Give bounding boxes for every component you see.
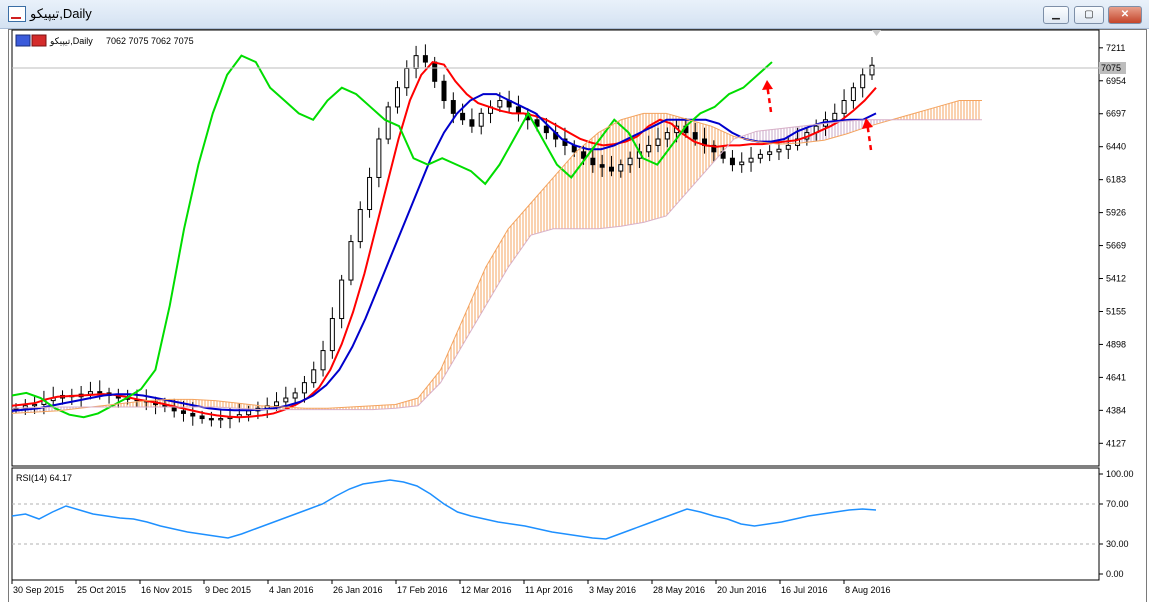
chart-symbol-label: تیپیکو,Daily [49, 36, 93, 47]
price-tick-label: 5669 [1106, 241, 1126, 251]
price-tick-label: 6440 [1106, 142, 1126, 152]
price-tick-label: 4127 [1106, 438, 1126, 448]
candle [348, 234, 354, 286]
time-tick-label: 26 Jan 2016 [333, 585, 383, 595]
time-tick-label: 16 Jul 2016 [781, 585, 828, 595]
time-tick-label: 17 Feb 2016 [397, 585, 448, 595]
rsi-tick-label: 30.00 [1106, 539, 1129, 549]
rsi-tick-label: 0.00 [1106, 569, 1124, 579]
price-tick-label: 5412 [1106, 274, 1126, 284]
price-tick-label: 4384 [1106, 405, 1126, 415]
price-tick-label: 6954 [1106, 76, 1126, 86]
price-tick-label: 7211 [1106, 43, 1125, 53]
time-tick-label: 3 May 2016 [589, 585, 636, 595]
main-plot: 7211 6954 6697 6440 6183 5926 5669 5412 5155 4898… [11, 29, 1126, 467]
chart-canvas[interactable]: 7211 6954 6697 6440 6183 5926 5669 5412 5155 4898… [0, 0, 1149, 602]
price-tick-label: 6183 [1106, 175, 1126, 185]
time-tick-label: 28 May 2016 [653, 585, 705, 595]
chart-ohlc-label: 7062 7075 7062 7075 [106, 36, 194, 46]
price-tick-label: 6697 [1106, 109, 1126, 119]
rsi-plot: RSI(14) 64.17 100.00 70.00 30.00 0.00 [11, 467, 1134, 581]
time-tick-label: 8 Aug 2016 [845, 585, 891, 595]
time-tick-label: 25 Oct 2015 [77, 585, 126, 595]
rsi-tick-label: 100.00 [1106, 469, 1134, 479]
price-tick-label: 5155 [1106, 306, 1126, 316]
time-tick-label: 4 Jan 2016 [269, 585, 314, 595]
rsi-label: RSI(14) 64.17 [16, 473, 72, 483]
price-tick-label: 4898 [1106, 339, 1126, 349]
rsi-tick-label: 70.00 [1106, 499, 1129, 509]
time-axis: 30 Sep 2015 25 Oct 2015 16 Nov 2015 9 Dec 2… [11, 580, 891, 595]
rsi-plot-area[interactable] [11, 467, 1100, 581]
time-tick-label: 9 Dec 2015 [205, 585, 251, 595]
price-tick-label: 4641 [1106, 372, 1126, 382]
current-price-label: 7075 [1101, 63, 1121, 73]
time-tick-label: 12 Mar 2016 [461, 585, 512, 595]
price-tick-label: 5926 [1106, 208, 1126, 218]
price-axis: 7211 6954 6697 6440 6183 5926 5669 5412 5155 4898… [1099, 43, 1126, 448]
time-tick-label: 20 Jun 2016 [717, 585, 767, 595]
time-tick-label: 11 Apr 2016 [525, 585, 573, 595]
time-tick-label: 16 Nov 2015 [141, 585, 192, 595]
time-tick-label: 30 Sep 2015 [13, 585, 64, 595]
